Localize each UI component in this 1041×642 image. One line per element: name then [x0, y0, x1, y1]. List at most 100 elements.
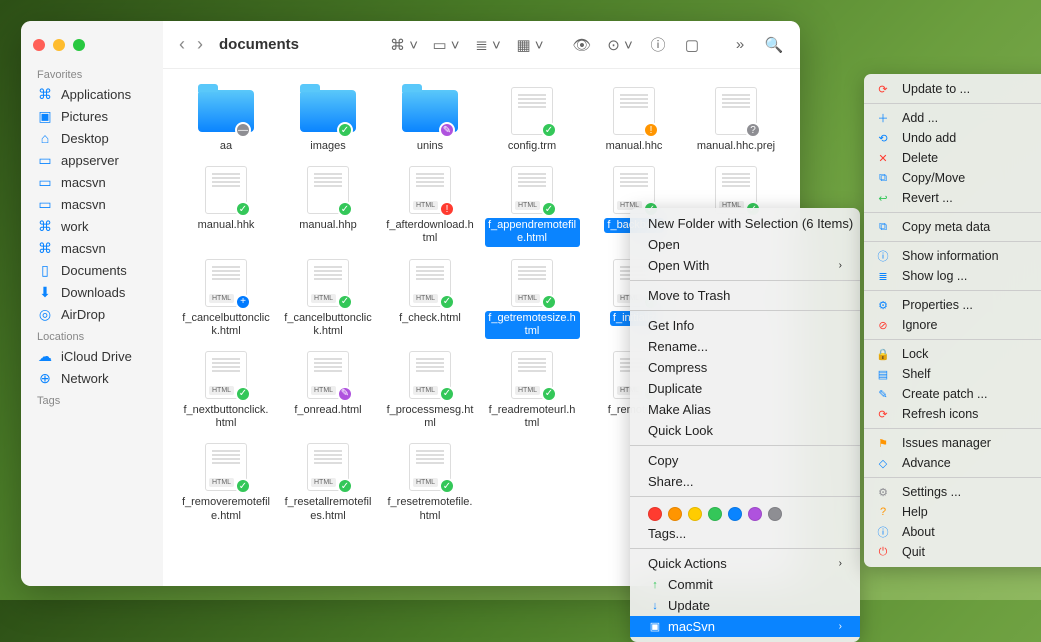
submenu-item[interactable]: ⧉Copy/Move›	[864, 168, 1041, 188]
submenu-item[interactable]: ⚑Issues manager	[864, 433, 1041, 453]
submenu-item[interactable]: ⟳Update to ...	[864, 79, 1041, 99]
submenu-item[interactable]: ✕Delete›	[864, 148, 1041, 168]
file-item[interactable]: ✓f_resetallremotefiles.html	[277, 443, 379, 523]
tag-dot[interactable]	[648, 507, 662, 521]
tag-dot[interactable]	[728, 507, 742, 521]
back-button[interactable]: ‹	[175, 32, 189, 57]
folder-dropdown[interactable]: ▭ ˅	[428, 33, 464, 57]
file-item[interactable]: ✓f_readremoteurl.html	[481, 351, 583, 431]
file-item[interactable]: ✓config.trm	[481, 87, 583, 154]
tag-dot[interactable]	[768, 507, 782, 521]
file-label: manual.hhk	[195, 218, 258, 233]
sidebar-item[interactable]: ⌘work	[21, 215, 163, 237]
preview-button[interactable]: 👁	[568, 33, 596, 57]
file-item[interactable]: ✎unins	[379, 87, 481, 154]
tag-dot[interactable]	[708, 507, 722, 521]
list-dropdown[interactable]: ≣ ˅	[470, 33, 506, 57]
context-menu-item[interactable]: Move to Trash	[630, 285, 860, 306]
action-dropdown[interactable]: ⊙ ˅	[602, 33, 638, 57]
sidebar-item[interactable]: ▭appserver	[21, 149, 163, 171]
tag-dot[interactable]	[668, 507, 682, 521]
sidebar-item[interactable]: ⌘Applications	[21, 83, 163, 105]
file-item[interactable]: ✓f_cancelbuttonclick.html	[277, 259, 379, 339]
context-menu-item[interactable]: Compress	[630, 357, 860, 378]
file-item[interactable]: !manual.hhc	[583, 87, 685, 154]
context-menu-item[interactable]: Make Alias	[630, 399, 860, 420]
submenu-item[interactable]: ⚙Settings ...	[864, 482, 1041, 502]
forward-button[interactable]: ›	[193, 32, 207, 57]
file-item[interactable]: ✓manual.hhk	[175, 166, 277, 246]
context-menu-item[interactable]: Tags...	[630, 523, 860, 544]
file-item[interactable]: +f_cancelbuttonclick.html	[175, 259, 277, 339]
submenu-item[interactable]: ≣Show log ...	[864, 266, 1041, 286]
file-item[interactable]: ?manual.hhc.prej	[685, 87, 787, 154]
sidebar-item[interactable]: ▯Documents	[21, 259, 163, 281]
context-menu-item[interactable]: Rename...	[630, 336, 860, 357]
sidebar-item-label: macsvn	[61, 197, 106, 212]
file-item[interactable]: ✎f_onread.html	[277, 351, 379, 431]
minimize-button[interactable]	[53, 39, 65, 51]
context-menu-item[interactable]: Quick Look	[630, 420, 860, 441]
sidebar-item[interactable]: ⌂Desktop	[21, 127, 163, 149]
file-item[interactable]: ✓f_check.html	[379, 259, 481, 339]
context-menu[interactable]: New Folder with Selection (6 Items)OpenO…	[630, 208, 860, 642]
file-item[interactable]: !f_afterdownload.html	[379, 166, 481, 246]
submenu-item[interactable]: ↩Revert ...	[864, 188, 1041, 208]
context-menu-item[interactable]: ▣macSvn›	[630, 616, 860, 637]
context-menu-item[interactable]: Get Info	[630, 315, 860, 336]
file-item[interactable]: ✓f_processmesg.html	[379, 351, 481, 431]
context-menu-item[interactable]: Open	[630, 234, 860, 255]
menu-label: Quick Actions	[648, 556, 727, 571]
sidebar-item[interactable]: ▣Pictures	[21, 105, 163, 127]
search-icon[interactable]: 🔍	[760, 33, 788, 57]
submenu-item[interactable]: ⟳Refresh icons	[864, 404, 1041, 424]
tag-dot[interactable]	[688, 507, 702, 521]
submenu-item[interactable]: ⓘAbout	[864, 522, 1041, 542]
context-menu-item[interactable]: ↓Update	[630, 595, 860, 616]
sidebar-item[interactable]: ⊕Network	[21, 367, 163, 389]
close-button[interactable]	[33, 39, 45, 51]
submenu-item[interactable]: ⊘Ignore›	[864, 315, 1041, 335]
sidebar-item[interactable]: ▭macsvn	[21, 171, 163, 193]
submenu-item[interactable]: ◇Advance›	[864, 453, 1041, 473]
submenu-item[interactable]: ✎Create patch ...	[864, 384, 1041, 404]
context-menu-item[interactable]: ↑Commit	[630, 574, 860, 595]
share-button[interactable]: ▢	[678, 33, 706, 57]
sidebar-item[interactable]: ☁iCloud Drive	[21, 345, 163, 367]
file-item[interactable]: ✓f_getremotesize.html	[481, 259, 583, 339]
menu-label: Copy/Move	[902, 171, 965, 185]
file-item[interactable]: ✓f_nextbuttonclick.html	[175, 351, 277, 431]
file-item[interactable]: —aa	[175, 87, 277, 154]
info-button[interactable]: ⓘ	[644, 33, 672, 57]
context-menu-item[interactable]: Quick Actions›	[630, 553, 860, 574]
context-menu-item[interactable]: Share...	[630, 471, 860, 492]
view-dropdown[interactable]: ▦ ˅	[512, 33, 548, 57]
context-menu-item[interactable]: Copy	[630, 450, 860, 471]
svn-dropdown[interactable]: ⌘ ˅	[386, 33, 422, 57]
file-item[interactable]: ✓f_appendremotefile.html	[481, 166, 583, 246]
submenu-item[interactable]: ⏻Quit	[864, 542, 1041, 562]
context-menu-item[interactable]: New Folder with Selection (6 Items)	[630, 213, 860, 234]
file-item[interactable]: ✓f_resetremotefile.html	[379, 443, 481, 523]
context-menu-item[interactable]: Open With›	[630, 255, 860, 276]
context-menu-item[interactable]: Duplicate	[630, 378, 860, 399]
file-item[interactable]: ✓manual.hhp	[277, 166, 379, 246]
submenu-item[interactable]: ▤Shelf›	[864, 364, 1041, 384]
submenu-item[interactable]: ⧉Copy meta data›	[864, 217, 1041, 237]
overflow-button[interactable]: »	[726, 33, 754, 57]
macsvn-submenu[interactable]: ⟳Update to ...＋Add ...⟲Undo add✕Delete›⧉…	[864, 74, 1041, 567]
tag-dot[interactable]	[748, 507, 762, 521]
sidebar-item[interactable]: ⌘macsvn	[21, 237, 163, 259]
submenu-item[interactable]: 🔒Lock	[864, 344, 1041, 364]
maximize-button[interactable]	[73, 39, 85, 51]
submenu-item[interactable]: ⚙Properties ...	[864, 295, 1041, 315]
submenu-item[interactable]: ?Help	[864, 502, 1041, 522]
file-item[interactable]: ✓images	[277, 87, 379, 154]
sidebar-item[interactable]: ⬇Downloads	[21, 281, 163, 303]
sidebar-item[interactable]: ◎AirDrop	[21, 303, 163, 325]
submenu-item[interactable]: ⓘShow information	[864, 246, 1041, 266]
submenu-item[interactable]: ＋Add ...	[864, 108, 1041, 128]
file-item[interactable]: ✓f_removeremotefile.html	[175, 443, 277, 523]
sidebar-item[interactable]: ▭macsvn	[21, 193, 163, 215]
submenu-item[interactable]: ⟲Undo add	[864, 128, 1041, 148]
